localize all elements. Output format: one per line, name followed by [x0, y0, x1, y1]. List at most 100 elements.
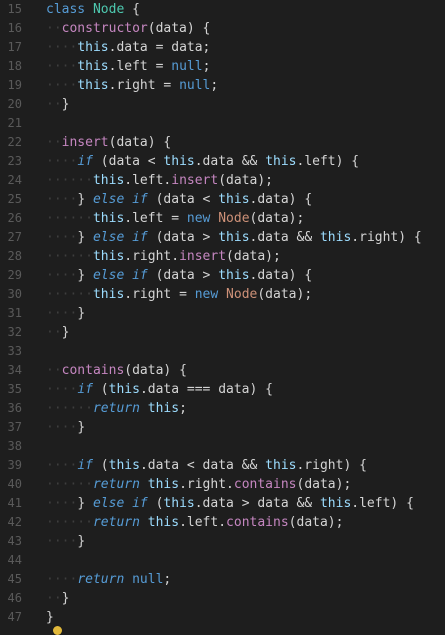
indent-guide: ···· — [46, 496, 78, 511]
code-line[interactable]: 24 ······this.left.insert(data); — [0, 171, 445, 190]
line-number: 33 — [7, 344, 22, 358]
code-editor[interactable]: 15 class Node {16 ··constructor(data) {17 ·… — [0, 0, 445, 635]
line-number: 30 — [7, 287, 22, 301]
code-token: insert — [179, 249, 227, 264]
code-token: this — [319, 496, 352, 511]
code-text: ····} else if (data < this.data) { — [46, 190, 312, 209]
code-text: ······this.right = new Node(data); — [46, 285, 312, 304]
code-token: this — [218, 268, 250, 283]
code-line[interactable]: 42 ······return this.left.contains(data); — [0, 513, 445, 532]
code-text: class Node { — [46, 0, 140, 19]
code-token: } — [77, 534, 86, 549]
code-token: .right. — [179, 477, 234, 492]
code-line[interactable]: 37 ····} — [0, 418, 445, 437]
code-token: Node — [218, 211, 250, 226]
code-token: ; — [163, 572, 172, 587]
code-line[interactable]: 47} — [0, 608, 445, 627]
code-token: this — [77, 78, 109, 93]
code-line[interactable]: 22 ··insert(data) { — [0, 133, 445, 152]
code-line[interactable]: 36 ······return this; — [0, 399, 445, 418]
code-token: } — [77, 230, 93, 245]
code-token: this — [108, 382, 140, 397]
code-token: contains — [61, 363, 125, 378]
code-line[interactable]: 18 ····this.left = null; — [0, 57, 445, 76]
code-line[interactable]: 23 ····if (data < this.data && this.left)… — [0, 152, 445, 171]
code-line[interactable]: 27 ····} else if (data > this.data && thi… — [0, 228, 445, 247]
code-token: contains — [233, 477, 297, 492]
code-token: if — [77, 382, 93, 397]
code-line[interactable]: 26 ······this.left = new Node(data); — [0, 209, 445, 228]
code-line[interactable]: 43 ····} — [0, 532, 445, 551]
code-token: ( — [92, 382, 109, 397]
code-text: ····} else if (data > this.data && this.… — [46, 228, 422, 247]
code-line[interactable]: 38 — [0, 437, 445, 456]
code-line[interactable]: 34 ··contains(data) { — [0, 361, 445, 380]
code-line[interactable]: 31 ····} — [0, 304, 445, 323]
code-text: } — [46, 608, 54, 627]
code-token: return — [77, 572, 125, 587]
indent-guide: ···· — [46, 572, 78, 587]
indent-guide: ·· — [46, 591, 62, 606]
line-number: 15 — [7, 2, 22, 16]
indent-guide: ···· — [46, 268, 78, 283]
code-line[interactable]: 35 ····if (this.data === data) { — [0, 380, 445, 399]
code-token: (data) { — [108, 135, 172, 150]
code-line[interactable]: 15 class Node { — [0, 0, 445, 19]
code-line[interactable]: 44 — [0, 551, 445, 570]
code-token: ( — [92, 458, 109, 473]
code-text: ····} — [46, 418, 85, 437]
line-number: 43 — [7, 534, 22, 548]
line-number: 35 — [7, 382, 22, 396]
code-line[interactable]: 19 ····this.right = null; — [0, 76, 445, 95]
line-number: 18 — [7, 59, 22, 73]
code-text: ··constructor(data) { — [46, 19, 210, 38]
code-token: Node — [226, 287, 258, 302]
code-token: (data < — [92, 154, 164, 169]
code-line[interactable]: 45 ····return null; — [0, 570, 445, 589]
code-token: this — [319, 230, 352, 245]
code-token: .left. — [179, 515, 227, 530]
code-token: ; — [179, 401, 187, 416]
code-token: (data); — [249, 211, 305, 226]
code-token: null — [132, 572, 164, 587]
code-line[interactable]: 29 ····} else if (data > this.data) { — [0, 266, 445, 285]
code-line[interactable]: 40 ······return this.right.contains(data)… — [0, 475, 445, 494]
code-text: ····this.left = null; — [46, 57, 210, 76]
code-line[interactable]: 33 — [0, 342, 445, 361]
code-text: ····} else if (this.data > data && this.… — [46, 494, 414, 513]
code-line[interactable]: 16 ··constructor(data) { — [0, 19, 445, 38]
code-token: null — [179, 78, 211, 93]
line-number: 27 — [7, 230, 22, 244]
code-token: this — [147, 477, 180, 492]
code-token: } — [61, 591, 70, 606]
code-token: (data > — [147, 268, 219, 283]
code-line[interactable]: 39 ····if (this.data < data && this.right… — [0, 456, 445, 475]
line-number: 44 — [7, 553, 22, 567]
code-line[interactable]: 32 ··} — [0, 323, 445, 342]
line-number: 42 — [7, 515, 22, 529]
line-number: 28 — [7, 249, 22, 263]
indent-guide: ·· — [46, 97, 62, 112]
code-line[interactable]: 25 ····} else if (data < this.data) { — [0, 190, 445, 209]
code-line[interactable]: 28 ······this.right.insert(data); — [0, 247, 445, 266]
line-number: 25 — [7, 192, 22, 206]
code-text: ····} — [46, 304, 85, 323]
code-line[interactable]: 20 ··} — [0, 95, 445, 114]
line-number: 45 — [7, 572, 22, 586]
code-line[interactable]: 21 — [0, 114, 445, 133]
code-token: this — [77, 59, 109, 74]
code-line[interactable]: 30 ······this.right = new Node(data); — [0, 285, 445, 304]
code-token: this — [147, 401, 180, 416]
code-line[interactable]: 41 ····} else if (this.data > data && thi… — [0, 494, 445, 513]
code-line[interactable]: 46 ··} — [0, 589, 445, 608]
code-line[interactable]: 17 ····this.data = data; — [0, 38, 445, 57]
code-token: return — [92, 401, 140, 416]
code-token: if — [77, 458, 93, 473]
code-token: Node — [92, 2, 125, 17]
code-token: } — [77, 306, 86, 321]
code-text: ······this.right.insert(data); — [46, 247, 281, 266]
code-token: .left = — [108, 59, 172, 74]
code-token: return — [92, 515, 140, 530]
line-number: 47 — [7, 610, 22, 624]
